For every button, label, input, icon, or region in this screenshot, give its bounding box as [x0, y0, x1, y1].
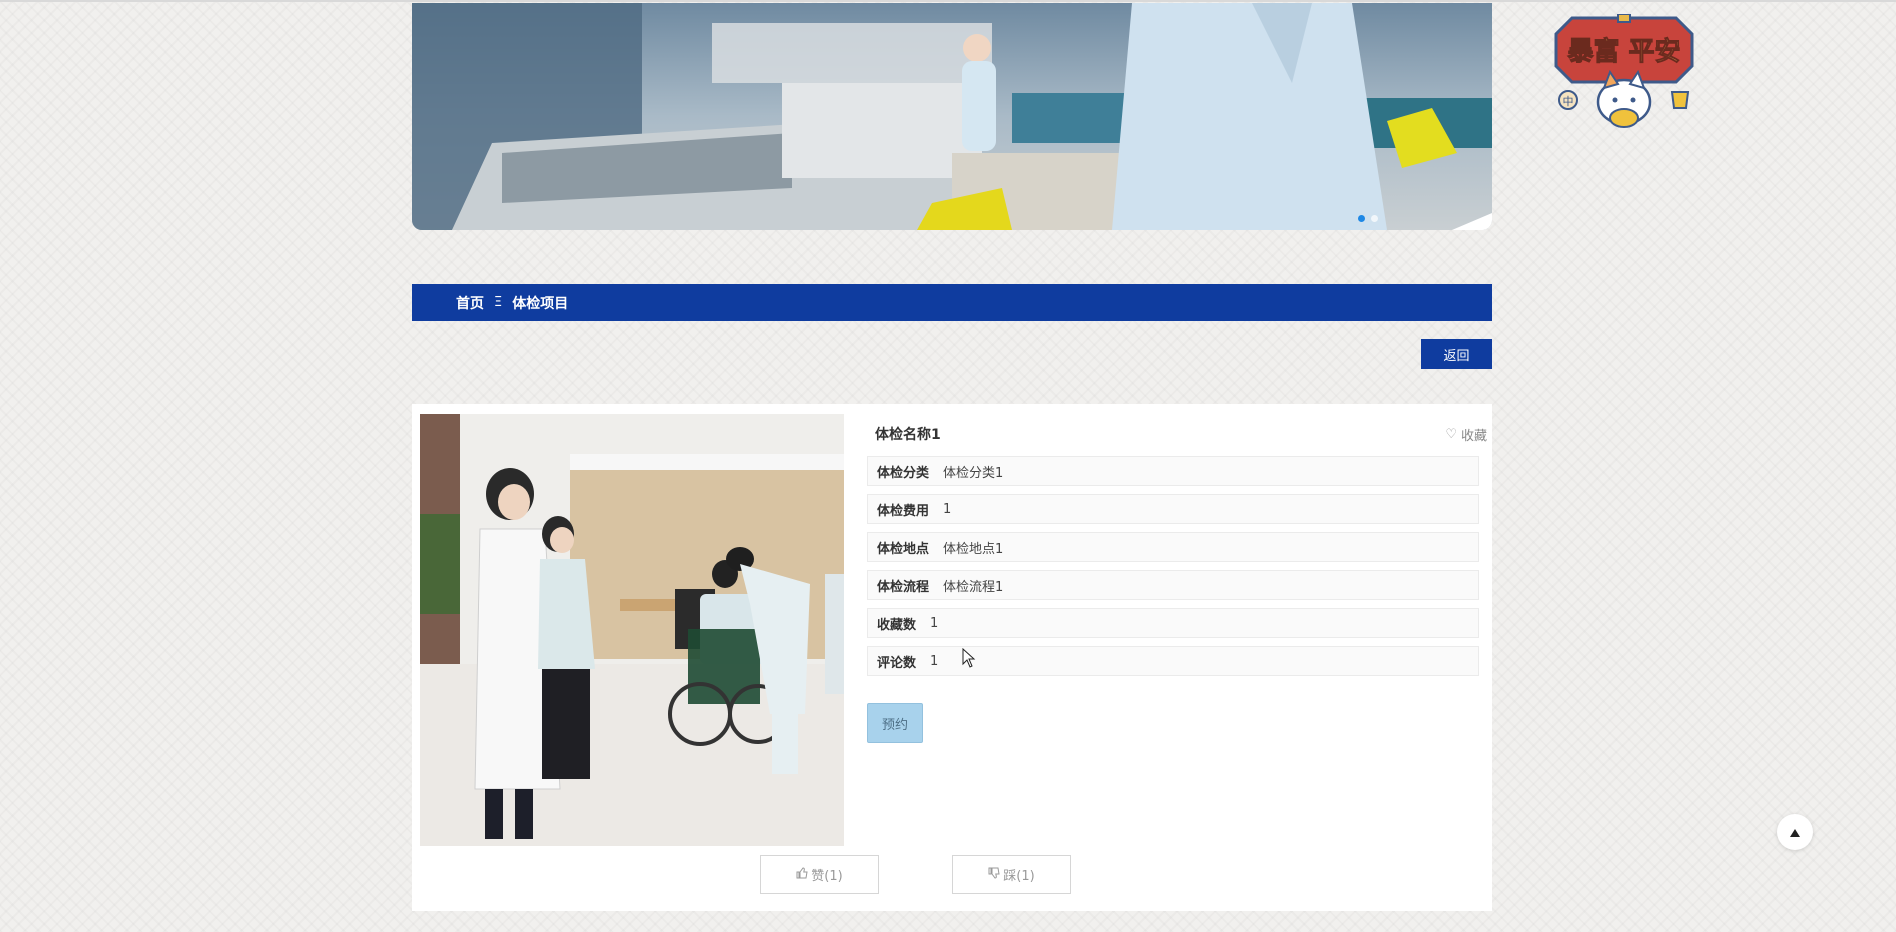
carousel-dot[interactable]: [1358, 215, 1365, 222]
field-value: 体检流程1: [943, 579, 1004, 595]
field-key: 体检流程: [877, 579, 930, 595]
top-border: [0, 0, 1896, 2]
breadcrumb-home[interactable]: 首页: [456, 293, 484, 313]
field-value: 体检地点1: [943, 541, 1004, 557]
exam-photo: [420, 414, 844, 846]
thumbs-down-icon: [988, 867, 1000, 883]
mouse-cursor-icon: [962, 647, 976, 672]
exam-name: 体检名称1: [875, 427, 941, 443]
back-button[interactable]: 返回: [1421, 339, 1492, 369]
favorite-label: 收藏: [1460, 428, 1487, 444]
field-key: 体检费用: [877, 503, 930, 519]
triangle-up-icon: [1789, 823, 1801, 842]
field-key: 体检地点: [877, 541, 930, 557]
banner-image: [412, 3, 1492, 230]
svg-text:中: 中: [1563, 95, 1574, 108]
banner-carousel[interactable]: [412, 3, 1492, 230]
field-value: 1: [930, 653, 939, 669]
field-key: 体检分类: [877, 465, 930, 481]
field-row-comments-count: 评论数 1: [867, 646, 1479, 676]
field-value: 1: [943, 501, 952, 517]
detail-card: 体检名称1 ♡ 收藏 体检分类 体检分类1 体检费用 1 体检地点 体检地点1 …: [412, 404, 1492, 911]
dislike-label: 踩(1): [1003, 869, 1035, 884]
heart-outline-icon: ♡: [1445, 426, 1457, 442]
breadcrumb-current[interactable]: 体检项目: [512, 293, 568, 313]
carousel-dot[interactable]: [1371, 215, 1378, 222]
scroll-top-button[interactable]: [1777, 814, 1813, 850]
field-row-category: 体检分类 体检分类1: [867, 456, 1479, 486]
field-row-fee: 体检费用 1: [867, 494, 1479, 524]
field-key: 评论数: [877, 655, 917, 671]
carousel-dots: [1358, 215, 1378, 222]
book-button[interactable]: 预约: [867, 703, 923, 743]
field-row-location: 体检地点 体检地点1: [867, 532, 1479, 562]
dislike-button[interactable]: 踩(1): [952, 855, 1071, 894]
field-key: 收藏数: [877, 617, 917, 633]
thumbs-up-icon: [796, 866, 808, 883]
breadcrumb: 首页 Ξ 体检项目: [412, 284, 1492, 321]
sticker-text: 暴富 平安: [1567, 36, 1680, 67]
like-button[interactable]: 赞(1): [760, 855, 879, 894]
field-row-favorites-count: 收藏数 1: [867, 608, 1479, 638]
field-row-process: 体检流程 体检流程1: [867, 570, 1479, 600]
field-value: 体检分类1: [943, 465, 1004, 481]
breadcrumb-separator: Ξ: [494, 295, 503, 310]
lucky-cat-sticker: 暴富 平安 中: [1554, 13, 1694, 129]
title-row: 体检名称1 ♡ 收藏: [875, 422, 1487, 446]
field-value: 1: [930, 615, 939, 631]
favorite-button[interactable]: ♡ 收藏: [1445, 425, 1487, 444]
like-label: 赞(1): [811, 869, 843, 884]
